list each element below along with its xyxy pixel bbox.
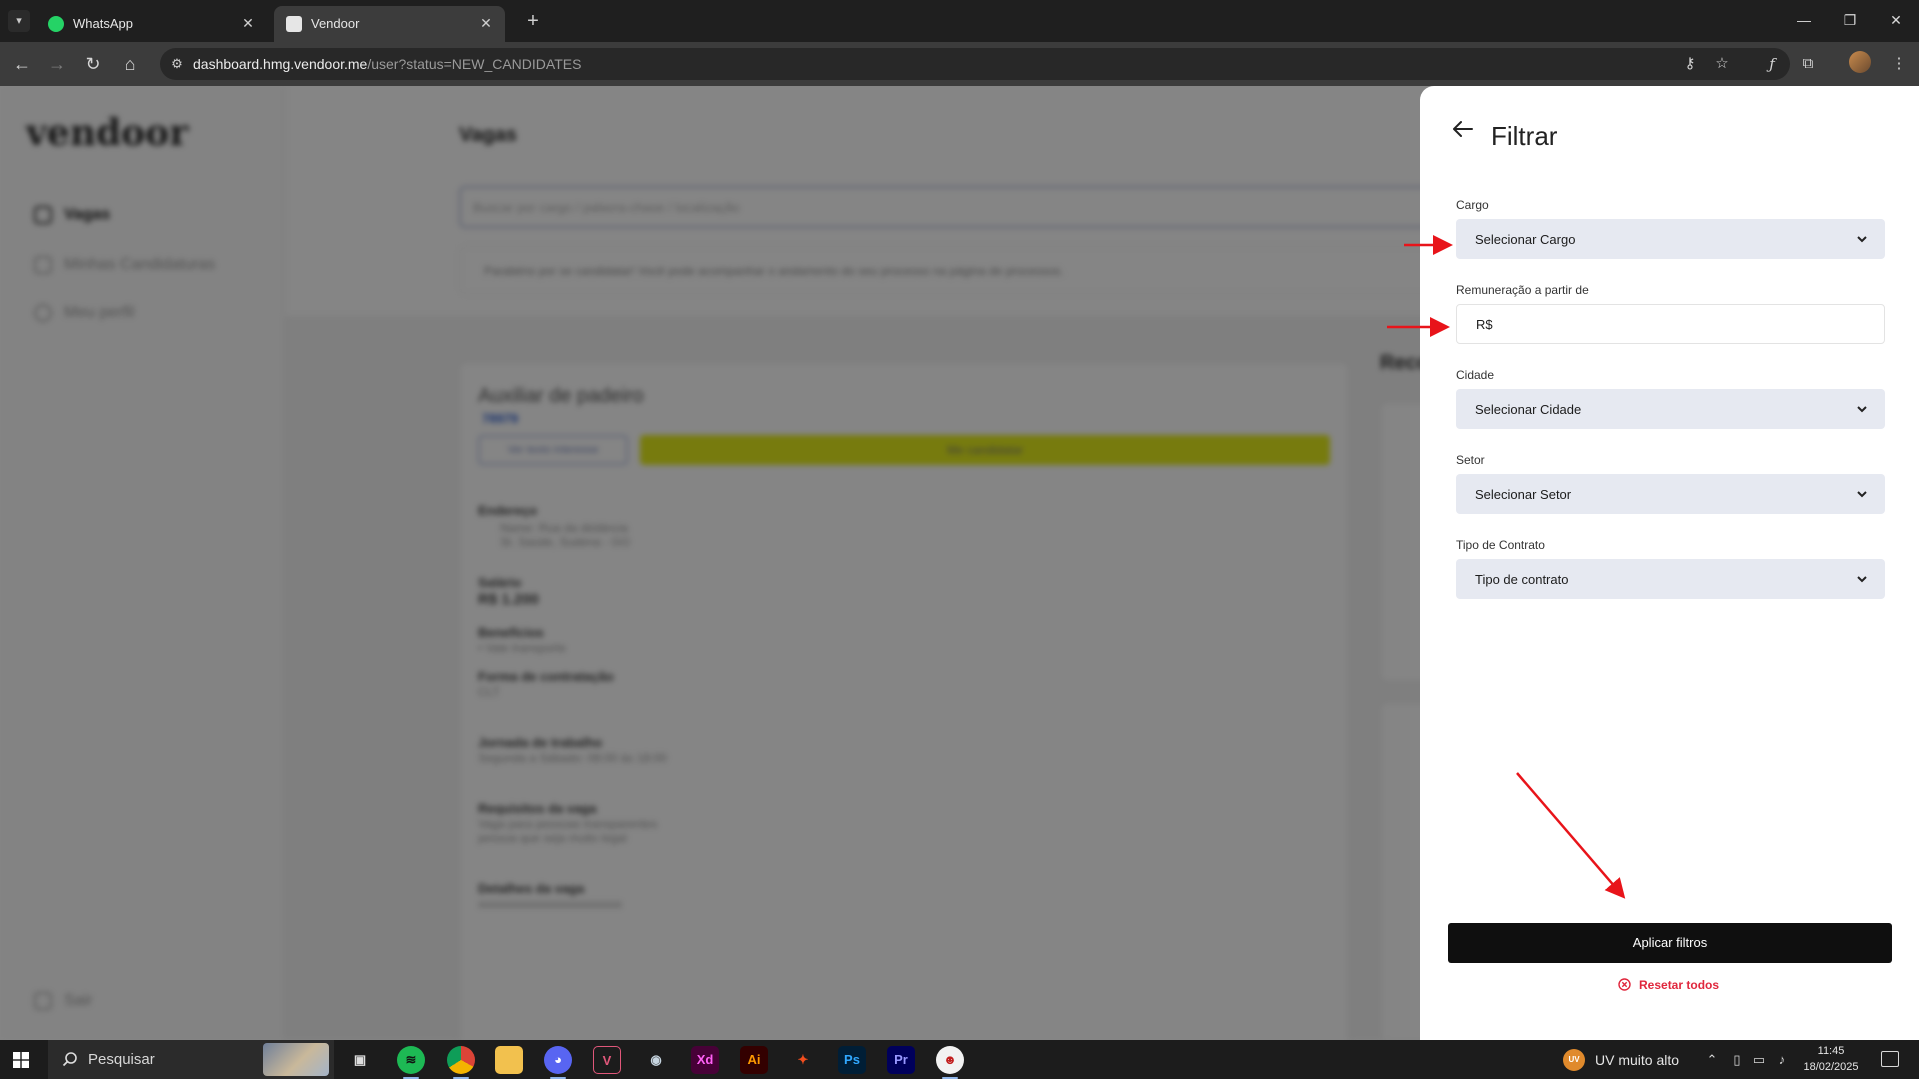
tray-chevron-up-icon[interactable]: ⌃ bbox=[1703, 1051, 1721, 1069]
contrato-select-value: Tipo de contrato bbox=[1475, 572, 1569, 587]
illustrator-icon[interactable]: Ai bbox=[740, 1046, 768, 1074]
premiere-icon[interactable]: Pr bbox=[887, 1046, 915, 1074]
vendoor-favicon-icon bbox=[286, 16, 302, 32]
apply-filters-button[interactable]: Aplicar filtros bbox=[1448, 923, 1892, 963]
taskbar-search-label: Pesquisar bbox=[88, 1051, 155, 1068]
browser-toolbar: ← → ↻ ⌂ ⚙ dashboard.hmg.vendoor.me/user?… bbox=[0, 42, 1919, 86]
browser-tab-bar: ▾ WhatsApp ✕ Vendoor ✕ + — ❐ ✕ bbox=[0, 0, 1919, 42]
network-icon[interactable]: ▭ bbox=[1750, 1051, 1768, 1069]
extensions-puzzle-icon[interactable]: ⧉ bbox=[1795, 51, 1821, 77]
home-icon[interactable]: ⌂ bbox=[117, 51, 143, 77]
mask-app-icon[interactable]: ☻ bbox=[936, 1046, 964, 1079]
steam-icon[interactable]: ◉ bbox=[642, 1046, 670, 1074]
filter-title: Filtrar bbox=[1491, 121, 1558, 151]
close-circle-icon bbox=[1618, 978, 1631, 991]
font-extension-icon[interactable]: ƒ bbox=[1759, 51, 1785, 77]
photoshop-icon[interactable]: Ps bbox=[838, 1046, 866, 1074]
menu-kebab-icon[interactable]: ⋮ bbox=[1886, 51, 1912, 77]
tab-title: Vendoor bbox=[311, 16, 360, 31]
weather-text[interactable]: UV muito alto bbox=[1595, 1052, 1679, 1068]
close-window-icon[interactable]: ✕ bbox=[1873, 0, 1919, 40]
tray-device-icon[interactable]: ▯ bbox=[1728, 1051, 1746, 1069]
page-viewport: vendoor Vagas Minhas Candidaturas Meu pe… bbox=[0, 86, 1919, 1040]
vectary-icon[interactable]: V bbox=[593, 1046, 621, 1074]
back-icon[interactable]: ← bbox=[9, 51, 35, 77]
minimize-icon[interactable]: — bbox=[1781, 0, 1827, 40]
cargo-label: Cargo bbox=[1456, 198, 1489, 212]
chevron-down-icon bbox=[1857, 491, 1867, 498]
figma-icon[interactable]: ✦ bbox=[789, 1046, 817, 1074]
url-text: dashboard.hmg.vendoor.me/user?status=NEW… bbox=[193, 56, 581, 72]
address-bar[interactable]: ⚙ dashboard.hmg.vendoor.me/user?status=N… bbox=[160, 48, 1790, 80]
close-tab-icon[interactable]: ✕ bbox=[239, 14, 257, 32]
volume-icon[interactable]: ♪ bbox=[1773, 1051, 1791, 1069]
cidade-label: Cidade bbox=[1456, 368, 1495, 382]
reset-all-button[interactable]: Resetar todos bbox=[1618, 978, 1719, 996]
cidade-select-value: Selecionar Cidade bbox=[1475, 402, 1582, 417]
restore-icon[interactable]: ❐ bbox=[1827, 0, 1873, 40]
forward-icon[interactable]: → bbox=[44, 51, 70, 77]
site-info-icon[interactable]: ⚙ bbox=[168, 55, 186, 73]
clock-time: 11:45 bbox=[1817, 1045, 1845, 1057]
setor-select[interactable]: Selecionar Setor bbox=[1456, 474, 1885, 514]
adobe-xd-icon[interactable]: Xd bbox=[691, 1046, 719, 1074]
url-host: dashboard.hmg.vendoor.me bbox=[193, 56, 368, 72]
spotify-icon[interactable]: ≋ bbox=[397, 1046, 425, 1079]
cargo-select[interactable]: Selecionar Cargo bbox=[1456, 219, 1885, 259]
remuneracao-label: Remuneração a partir de bbox=[1456, 283, 1589, 297]
back-arrow-icon[interactable] bbox=[1450, 116, 1476, 142]
new-tab-icon[interactable]: + bbox=[520, 8, 546, 34]
chevron-down-icon bbox=[1857, 406, 1867, 413]
discord-icon[interactable]: ◕ bbox=[544, 1046, 572, 1079]
clock-date: 18/02/2025 bbox=[1803, 1061, 1859, 1073]
chevron-down-icon bbox=[1857, 576, 1867, 583]
cidade-select[interactable]: Selecionar Cidade bbox=[1456, 389, 1885, 429]
task-view-icon[interactable]: ▣ bbox=[346, 1046, 374, 1074]
bookmark-star-icon[interactable]: ☆ bbox=[1709, 51, 1735, 77]
contrato-select[interactable]: Tipo de contrato bbox=[1456, 559, 1885, 599]
tab-whatsapp[interactable]: WhatsApp ✕ bbox=[36, 6, 267, 42]
chevron-down-icon bbox=[1857, 236, 1867, 243]
tab-vendoor[interactable]: Vendoor ✕ bbox=[274, 6, 505, 42]
setor-label: Setor bbox=[1456, 453, 1485, 467]
tab-search-dropdown-icon[interactable]: ▾ bbox=[8, 10, 30, 32]
close-tab-icon[interactable]: ✕ bbox=[477, 14, 495, 32]
reset-all-label: Resetar todos bbox=[1639, 978, 1720, 992]
windows-start-icon[interactable] bbox=[13, 1052, 29, 1068]
profile-avatar[interactable] bbox=[1849, 51, 1871, 73]
cargo-select-value: Selecionar Cargo bbox=[1475, 232, 1576, 247]
search-highlight-image bbox=[263, 1043, 329, 1076]
chrome-icon[interactable] bbox=[447, 1046, 475, 1079]
weather-uv-icon[interactable]: UV bbox=[1563, 1049, 1585, 1071]
whatsapp-icon bbox=[48, 16, 64, 32]
taskbar-search[interactable]: Pesquisar bbox=[48, 1040, 334, 1079]
setor-select-value: Selecionar Setor bbox=[1475, 487, 1572, 502]
taskbar-clock[interactable]: 11:45 18/02/2025 bbox=[1795, 1043, 1867, 1075]
remuneracao-input[interactable]: R$ bbox=[1456, 304, 1885, 344]
filter-panel: Filtrar Cargo Selecionar Cargo Remuneraç… bbox=[1420, 86, 1919, 1040]
url-path: /user?status=NEW_CANDIDATES bbox=[367, 56, 582, 72]
file-explorer-icon[interactable] bbox=[495, 1046, 523, 1074]
windows-taskbar: Pesquisar ▣ ≋ ◕ V ◉ Xd Ai ✦ Ps Pr ☻ UV U… bbox=[0, 1040, 1919, 1079]
search-icon bbox=[62, 1052, 77, 1067]
notification-icon[interactable] bbox=[1881, 1051, 1899, 1067]
tab-title: WhatsApp bbox=[73, 16, 133, 31]
contrato-label: Tipo de Contrato bbox=[1456, 538, 1545, 552]
password-key-icon[interactable]: ⚷ bbox=[1677, 51, 1703, 77]
remuneracao-input-value: R$ bbox=[1476, 317, 1493, 332]
reload-icon[interactable]: ↻ bbox=[80, 51, 106, 77]
